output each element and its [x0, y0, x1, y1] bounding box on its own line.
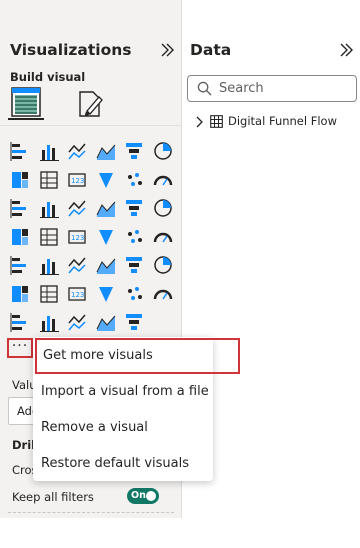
- python-visual-icon[interactable]: [152, 254, 174, 276]
- more-visuals-menu: Get more visuals Import a visual from a …: [33, 337, 240, 482]
- scatter-icon[interactable]: [66, 197, 88, 219]
- data-title: Data: [190, 41, 232, 59]
- line-chart-icon[interactable]: [9, 169, 31, 191]
- narrative-icon[interactable]: [95, 283, 117, 305]
- chevron-flow-icon[interactable]: [123, 311, 145, 333]
- clustered-column-icon[interactable]: [95, 140, 117, 162]
- pane-divider: [0, 125, 182, 126]
- card-icon[interactable]: [123, 226, 145, 248]
- waterfall-icon[interactable]: [9, 197, 31, 219]
- keep-all-filters-label: Keep all filters: [12, 490, 94, 504]
- collapse-data-pane-icon[interactable]: [338, 42, 354, 58]
- build-visual-tab-indicator: [8, 118, 44, 120]
- pie-icon[interactable]: [95, 197, 117, 219]
- area-chart-icon[interactable]: [38, 169, 60, 191]
- menu-item-remove-visual[interactable]: Remove a visual: [33, 410, 213, 446]
- toggle-knob: [146, 491, 156, 501]
- chevron-right-icon[interactable]: [195, 115, 205, 129]
- collapse-pane-icon[interactable]: [159, 42, 175, 58]
- treemap-icon[interactable]: [152, 197, 174, 219]
- gauge-icon[interactable]: [95, 226, 117, 248]
- azure-map-icon[interactable]: 123: [66, 226, 88, 248]
- line-clustered-column-icon[interactable]: [123, 169, 145, 191]
- goals-icon[interactable]: [123, 283, 145, 305]
- drill-through-label: Dril: [12, 438, 36, 452]
- key-influencers-icon[interactable]: [9, 283, 31, 305]
- table-icon[interactable]: [66, 254, 88, 276]
- visualizations-title: Visualizations: [10, 41, 132, 59]
- menu-item-get-more-visuals[interactable]: Get more visuals: [35, 338, 240, 374]
- format-visual-tab[interactable]: [75, 89, 105, 119]
- stacked-area-icon[interactable]: 123: [66, 169, 88, 191]
- slicer-icon[interactable]: [38, 254, 60, 276]
- svg-text:123: 123: [71, 291, 84, 299]
- matrix-icon[interactable]: [95, 254, 117, 276]
- new-card-icon[interactable]: [9, 311, 31, 333]
- build-visual-tab[interactable]: [11, 87, 41, 117]
- search-icon: [197, 81, 212, 96]
- table-name-label: Digital Funnel Flow: [228, 114, 337, 128]
- table-icon: [210, 115, 223, 128]
- map-icon[interactable]: [9, 226, 31, 248]
- power-automate-icon[interactable]: [95, 311, 117, 333]
- menu-item-restore-default-visuals[interactable]: Restore default visuals: [33, 446, 213, 482]
- more-visuals-button[interactable]: ···: [7, 338, 33, 358]
- line-column-icon[interactable]: [95, 169, 117, 191]
- stacked-bar-icon[interactable]: [9, 140, 31, 162]
- 100-stacked-bar-icon[interactable]: [123, 140, 145, 162]
- power-apps-icon[interactable]: [66, 311, 88, 333]
- filled-map-icon[interactable]: [38, 226, 60, 248]
- qa-icon[interactable]: 123: [66, 283, 88, 305]
- multi-row-card-icon[interactable]: [152, 226, 174, 248]
- ribbon-chart-icon[interactable]: [152, 169, 174, 191]
- funnel-icon[interactable]: [38, 197, 60, 219]
- donut-icon[interactable]: [123, 197, 145, 219]
- menu-item-import-visual[interactable]: Import a visual from a file: [33, 374, 213, 410]
- button-slicer-icon[interactable]: [38, 311, 60, 333]
- paginated-report-icon[interactable]: [152, 283, 174, 305]
- table-tree-item[interactable]: Digital Funnel Flow: [195, 113, 360, 131]
- bottom-strip: [0, 518, 182, 548]
- decomposition-tree-icon[interactable]: [38, 283, 60, 305]
- clustered-bar-icon[interactable]: [66, 140, 88, 162]
- toggle-state-label: On: [131, 490, 146, 501]
- kpi-icon[interactable]: [9, 254, 31, 276]
- 100-stacked-column-icon[interactable]: [152, 140, 174, 162]
- build-visual-label: Build visual: [10, 70, 86, 84]
- svg-text:123: 123: [71, 234, 84, 242]
- keep-all-filters-toggle[interactable]: On: [127, 488, 159, 504]
- stacked-column-icon[interactable]: [38, 140, 60, 162]
- data-search-box[interactable]: [187, 75, 357, 102]
- search-input[interactable]: [219, 79, 349, 98]
- r-visual-icon[interactable]: [123, 254, 145, 276]
- svg-text:123: 123: [71, 177, 84, 185]
